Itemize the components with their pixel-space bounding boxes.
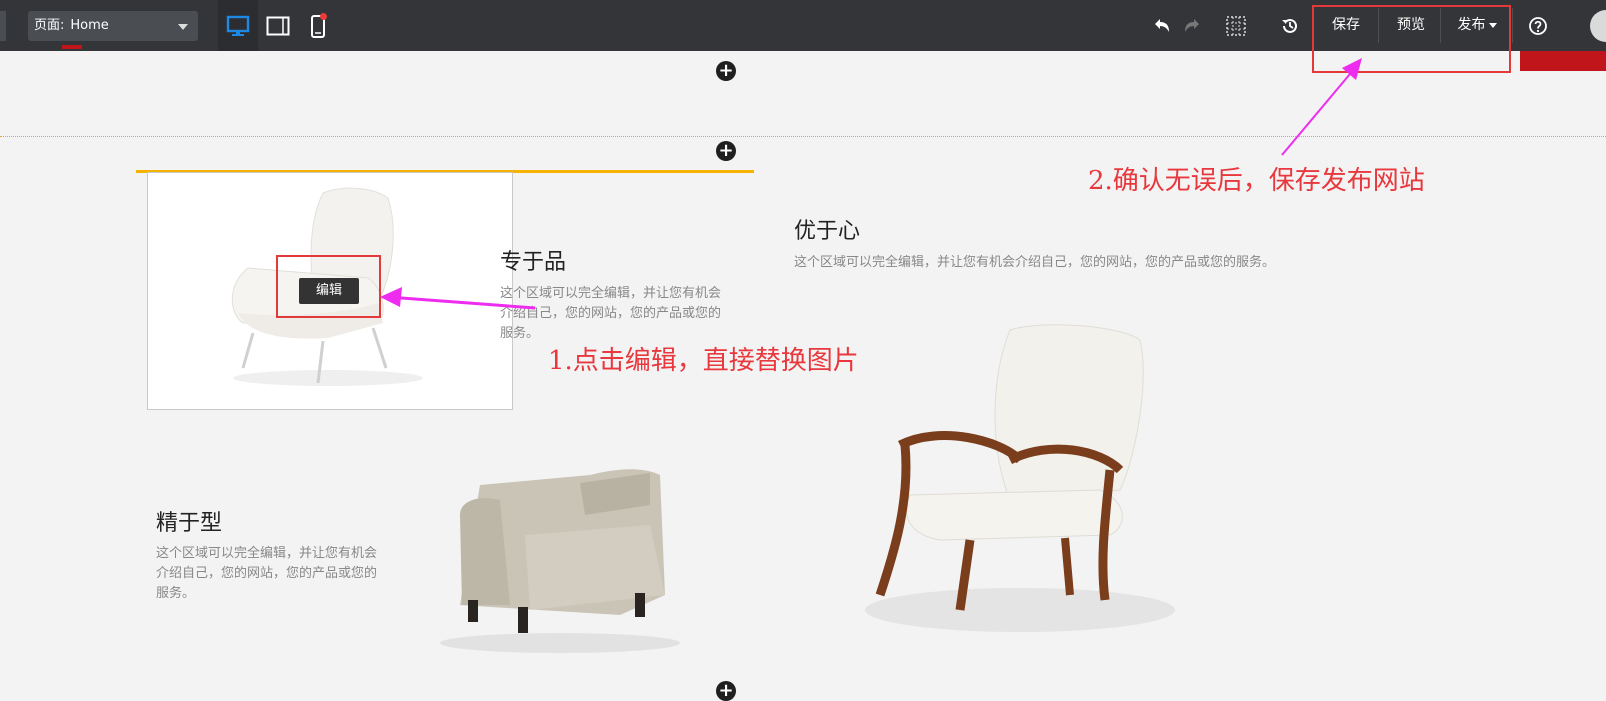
arrow-head-step2 (1342, 58, 1362, 80)
annotation-arrows (380, 58, 1362, 310)
arrow-line-step2 (1281, 67, 1356, 156)
arrow-head-step1 (380, 287, 402, 307)
arrow-line-step1 (387, 295, 536, 310)
add-section-icon[interactable]: + (716, 681, 736, 701)
